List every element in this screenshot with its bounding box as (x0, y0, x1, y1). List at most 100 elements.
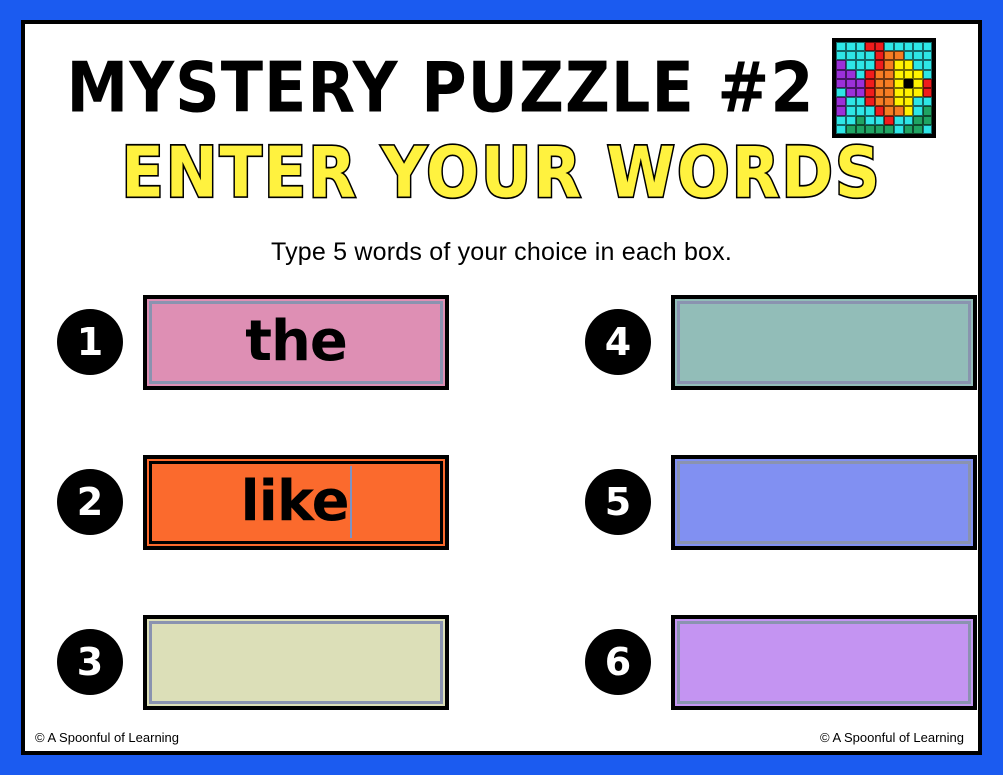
pixel-cell (894, 42, 904, 52)
number-badge-5: 5 (585, 469, 651, 535)
pixel-cell (922, 60, 933, 70)
worksheet-page: MYSTERY PUZZLE #2 ENTER YOUR WORDS Type … (21, 20, 982, 755)
slide-canvas: MYSTERY PUZZLE #2 ENTER YOUR WORDS Type … (0, 0, 1003, 775)
pixel-cell (855, 115, 866, 125)
pixel-cell (865, 115, 875, 125)
pixel-cell (846, 60, 856, 70)
number-badge-4: 4 (585, 309, 651, 375)
pixel-cell (913, 124, 923, 134)
pixel-cell (874, 69, 885, 79)
text-cursor (349, 466, 352, 538)
pixel-cell (836, 51, 847, 61)
pixel-cell (903, 97, 914, 107)
number-badge-1: 1 (57, 309, 123, 375)
word-entry-row: 6 (585, 612, 977, 712)
pixel-cell (865, 51, 875, 61)
pixel-cell (903, 124, 914, 134)
pixel-cell (922, 106, 933, 116)
pixel-cell (903, 69, 914, 79)
credit-right: © A Spoonful of Learning (819, 730, 964, 745)
pixel-cell (836, 42, 847, 52)
pixel-cell (894, 97, 904, 107)
pixel-cell (922, 51, 933, 61)
page-subtitle: ENTER YOUR WORDS (120, 131, 882, 214)
word-input-5[interactable] (671, 454, 977, 550)
pixel-cell (884, 51, 895, 61)
pixel-cell (855, 106, 866, 116)
word-text: like (240, 469, 349, 534)
pixel-cell (884, 42, 895, 52)
pixel-cell (922, 87, 933, 98)
pixel-cell (836, 97, 847, 107)
pixel-cell (903, 51, 914, 61)
pixel-cell (846, 78, 856, 88)
pixel-cell (884, 124, 895, 134)
pixel-cell (884, 87, 895, 98)
pixel-cell (836, 87, 847, 98)
pixel-cell (903, 87, 914, 98)
pixel-cell (855, 97, 866, 107)
word-input-inner-border (677, 620, 971, 704)
pixel-cell (874, 51, 885, 61)
pixel-cell (836, 78, 847, 88)
pixel-cell (903, 115, 914, 125)
word-input-inner-border (149, 620, 443, 704)
pixel-cell (903, 106, 914, 116)
pixel-cell (874, 60, 885, 70)
pixel-cell (836, 115, 847, 125)
pixel-cell (855, 87, 866, 98)
pixel-cell (922, 124, 933, 134)
pixel-cell (894, 115, 904, 125)
word-entry-row: 2 like (57, 452, 449, 552)
word-input-3[interactable] (143, 614, 449, 710)
pixel-cell (903, 60, 914, 70)
pixel-cell (884, 106, 895, 116)
word-entry-grid: 1 the 2 like 3 4 5 6 (25, 292, 978, 717)
pixel-cell (884, 69, 895, 79)
pixel-cell (884, 115, 895, 125)
number-badge-6: 6 (585, 629, 651, 695)
pixel-cell (874, 115, 885, 125)
pixel-cell (846, 115, 856, 125)
pixel-art-thumbnail-icon (832, 38, 937, 138)
word-text: the (245, 309, 348, 374)
pixel-cell (913, 87, 923, 98)
pixel-cell (865, 60, 875, 70)
title-row: MYSTERY PUZZLE #2 (25, 38, 978, 138)
word-entry-row: 3 (57, 612, 449, 712)
pixel-cell (855, 78, 866, 88)
pixel-cell (846, 69, 856, 79)
pixel-cell (865, 78, 875, 88)
pixel-cell (894, 60, 904, 70)
pixel-cell (913, 51, 923, 61)
word-entry-row: 1 the (57, 292, 449, 392)
pixel-cell (874, 87, 885, 98)
pixel-cell (865, 97, 875, 107)
pixel-cell (884, 78, 895, 88)
word-input-1[interactable]: the (143, 294, 449, 390)
pixel-cell (846, 106, 856, 116)
word-input-2[interactable]: like (143, 454, 449, 550)
pixel-cell (894, 51, 904, 61)
pixel-cell (903, 42, 914, 52)
pixel-cell (865, 69, 875, 79)
subtitle-row: ENTER YOUR WORDS (25, 136, 978, 209)
pixel-cell (922, 42, 933, 52)
pixel-cell (894, 78, 904, 88)
instruction-text: Type 5 words of your choice in each box. (270, 238, 733, 266)
word-input-6[interactable] (671, 614, 977, 710)
pixel-cell (913, 115, 923, 125)
pixel-cell (855, 69, 866, 79)
pixel-cell (836, 69, 847, 79)
pixel-cell (874, 97, 885, 107)
pixel-cell (913, 78, 923, 88)
pixel-cell (874, 42, 885, 52)
pixel-cell (913, 69, 923, 79)
pixel-cell (846, 97, 856, 107)
pixel-cell (874, 106, 885, 116)
word-input-4[interactable] (671, 294, 977, 390)
number-badge-3: 3 (57, 629, 123, 695)
pixel-cell (865, 42, 875, 52)
word-entry-row: 5 (585, 452, 977, 552)
pixel-cell (922, 97, 933, 107)
